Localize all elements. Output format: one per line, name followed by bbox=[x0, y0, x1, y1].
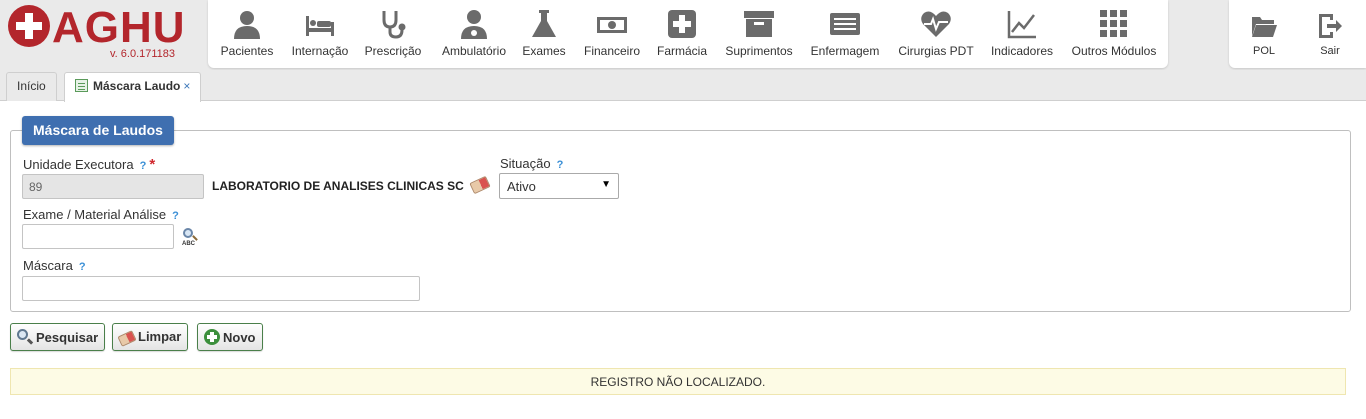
grid-icon bbox=[1100, 10, 1127, 37]
pol-label: POL bbox=[1252, 45, 1275, 57]
help-icon[interactable]: ? bbox=[140, 160, 147, 172]
module-label: Indicadores bbox=[990, 44, 1054, 58]
logo-text: AGHU bbox=[52, 3, 186, 52]
situacao-label: Situação? bbox=[500, 156, 563, 171]
module-label: Internação bbox=[291, 44, 349, 58]
module-label: Financeiro bbox=[583, 44, 641, 58]
module-pacientes[interactable]: Pacientes bbox=[212, 0, 282, 68]
unidade-executora-description: LABORATORIO DE ANALISES CLINICAS SC bbox=[212, 179, 464, 193]
stethoscope-icon bbox=[382, 11, 406, 39]
exame-material-text: Exame / Material Análise bbox=[23, 207, 167, 222]
module-label: Pacientes bbox=[220, 44, 274, 58]
tab-label: Máscara Laudo bbox=[93, 79, 181, 93]
magnifier-handle bbox=[192, 235, 198, 241]
lookup-search-icon[interactable]: ABC bbox=[181, 228, 201, 248]
situacao-value: Ativo bbox=[507, 179, 536, 194]
module-label: Ambulatório bbox=[441, 44, 507, 58]
unidade-executora-label: Unidade Executora? * bbox=[23, 156, 155, 173]
novo-button[interactable]: Novo bbox=[197, 323, 263, 351]
exit-door-icon bbox=[1319, 14, 1342, 38]
module-outros-modulos[interactable]: Outros Módulos bbox=[1066, 0, 1162, 68]
module-bar: Pacientes Internação Prescrição Ambulató… bbox=[208, 0, 1168, 68]
user-actions-bar: POL Sair bbox=[1229, 0, 1366, 68]
required-icon: * bbox=[149, 156, 156, 173]
module-indicadores[interactable]: Indicadores bbox=[986, 0, 1058, 68]
module-exames[interactable]: Exames bbox=[516, 0, 572, 68]
line-chart-icon bbox=[1007, 11, 1036, 39]
lookup-abc-text: ABC bbox=[182, 241, 195, 247]
limpar-button[interactable]: Limpar bbox=[112, 323, 189, 351]
document-icon bbox=[75, 79, 88, 92]
exame-material-field[interactable] bbox=[22, 224, 174, 249]
unidade-executora-text: Unidade Executora bbox=[23, 157, 134, 172]
module-financeiro[interactable]: Financeiro bbox=[578, 0, 646, 68]
mascara-label: Máscara? bbox=[23, 258, 86, 273]
list-card-icon bbox=[830, 13, 860, 35]
pesquisar-label: Pesquisar bbox=[36, 330, 99, 345]
money-icon bbox=[597, 17, 627, 33]
module-label: Exames bbox=[522, 44, 566, 58]
pol-button[interactable]: POL bbox=[1234, 0, 1294, 68]
add-icon bbox=[204, 329, 220, 345]
close-icon[interactable]: × bbox=[183, 79, 190, 93]
module-label: Prescrição bbox=[364, 44, 422, 58]
plus-box-icon bbox=[668, 10, 696, 38]
bed-icon bbox=[306, 16, 334, 36]
chevron-down-icon: ▼ bbox=[601, 179, 611, 190]
unidade-executora-field[interactable] bbox=[22, 174, 204, 199]
situacao-select[interactable]: Ativo ▼ bbox=[499, 173, 619, 199]
eraser-icon bbox=[117, 330, 137, 347]
mascara-field[interactable] bbox=[22, 276, 420, 301]
module-label: Outros Módulos bbox=[1071, 44, 1157, 58]
fieldset-legend: Máscara de Laudos bbox=[22, 116, 174, 145]
module-label: Cirurgias PDT bbox=[898, 44, 974, 58]
pesquisar-button[interactable]: Pesquisar bbox=[10, 323, 106, 351]
module-label: Enfermagem bbox=[810, 44, 880, 58]
exame-material-label: Exame / Material Análise? bbox=[23, 207, 179, 222]
mascara-text: Máscara bbox=[23, 258, 73, 273]
tab-inicio[interactable]: Início bbox=[6, 72, 57, 101]
archive-box-icon bbox=[744, 11, 774, 37]
help-icon[interactable]: ? bbox=[557, 159, 564, 171]
tab-bar: Início Máscara Laudo × bbox=[0, 70, 1366, 102]
top-header: AGHU v. 6.0.171183 Pacientes Internação … bbox=[0, 0, 1366, 70]
folder-open-icon bbox=[1252, 17, 1277, 37]
app-logo[interactable]: AGHU v. 6.0.171183 bbox=[0, 0, 200, 70]
logo-cross-icon bbox=[8, 5, 50, 47]
module-prescricao[interactable]: Prescrição bbox=[360, 0, 426, 68]
module-farmacia[interactable]: Farmácia bbox=[652, 0, 712, 68]
sair-button[interactable]: Sair bbox=[1300, 0, 1360, 68]
novo-label: Novo bbox=[223, 330, 256, 345]
no-records-message: REGISTRO NÃO LOCALIZADO. bbox=[10, 368, 1346, 395]
module-enfermagem[interactable]: Enfermagem bbox=[806, 0, 884, 68]
module-internacao[interactable]: Internação bbox=[286, 0, 354, 68]
flask-icon bbox=[532, 10, 556, 37]
app-version: v. 6.0.171183 bbox=[110, 48, 176, 60]
tab-mascara-laudo[interactable]: Máscara Laudo × bbox=[64, 72, 202, 102]
person-icon bbox=[234, 11, 260, 39]
module-suprimentos[interactable]: Suprimentos bbox=[720, 0, 798, 68]
sair-label: Sair bbox=[1320, 45, 1340, 57]
help-icon[interactable]: ? bbox=[79, 261, 86, 273]
heartbeat-icon bbox=[921, 11, 951, 37]
module-ambulatorio[interactable]: Ambulatório bbox=[436, 0, 512, 68]
help-icon[interactable]: ? bbox=[172, 210, 179, 222]
limpar-label: Limpar bbox=[138, 329, 182, 344]
module-label: Farmácia bbox=[656, 44, 707, 58]
search-icon bbox=[17, 329, 34, 345]
module-label: Suprimentos bbox=[725, 44, 793, 58]
doctor-icon bbox=[461, 10, 487, 39]
module-cirurgias-pdt[interactable]: Cirurgias PDT bbox=[892, 0, 980, 68]
tab-label: Início bbox=[17, 79, 46, 93]
situacao-text: Situação bbox=[500, 156, 551, 171]
